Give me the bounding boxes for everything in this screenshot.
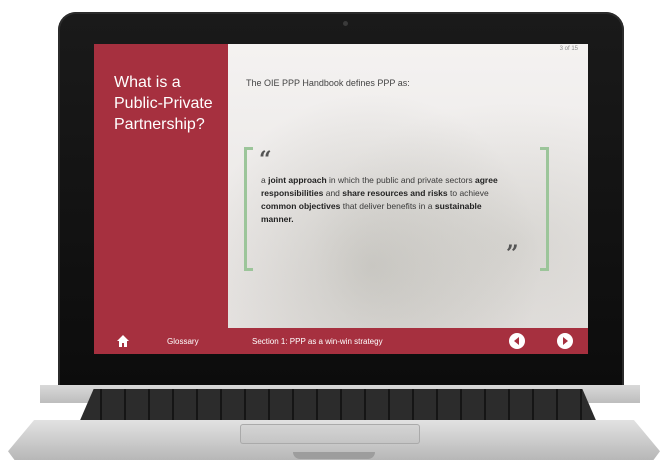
keyboard [78, 389, 598, 425]
intro-text: The OIE PPP Handbook defines PPP as: [246, 78, 410, 88]
definition-quote: “ a joint approach in which the public a… [244, 147, 549, 271]
home-icon[interactable] [116, 334, 130, 350]
title-panel: What is a Public-Private Partnership? [94, 44, 228, 328]
quote-keyword: share resources and risks [342, 188, 448, 198]
quote-open-icon: “ [259, 147, 272, 173]
laptop-screen: What is a Public-Private Partnership? 3 … [94, 44, 588, 354]
bracket-right [540, 147, 549, 271]
webcam [343, 21, 348, 26]
navigation-bar: Glossary Section 1: PPP as a win-win str… [94, 328, 588, 354]
quote-fragment: in which the public and private sectors [326, 175, 476, 185]
quote-fragment: that deliver benefits in a [340, 201, 435, 211]
arrow-right-circle-icon [563, 337, 568, 345]
quote-text: a joint approach in which the public and… [261, 174, 516, 226]
slide-title: What is a Public-Private Partnership? [114, 74, 213, 133]
bracket-left [244, 147, 253, 271]
glossary-link[interactable]: Glossary [167, 337, 199, 346]
quote-fragment: and [323, 188, 343, 198]
next-button[interactable] [557, 333, 573, 349]
arrow-left-circle-icon [514, 337, 519, 345]
lid-notch [293, 452, 375, 459]
quote-fragment: to achieve [447, 188, 489, 198]
previous-button[interactable] [509, 333, 525, 349]
page-counter: 3 of 15 [559, 46, 578, 52]
quote-keyword: common objectives [261, 201, 341, 211]
quote-keyword: joint approach [268, 175, 327, 185]
section-label: Section 1: PPP as a win-win strategy [252, 337, 383, 346]
quote-close-icon: ” [506, 241, 519, 267]
trackpad [240, 424, 420, 444]
